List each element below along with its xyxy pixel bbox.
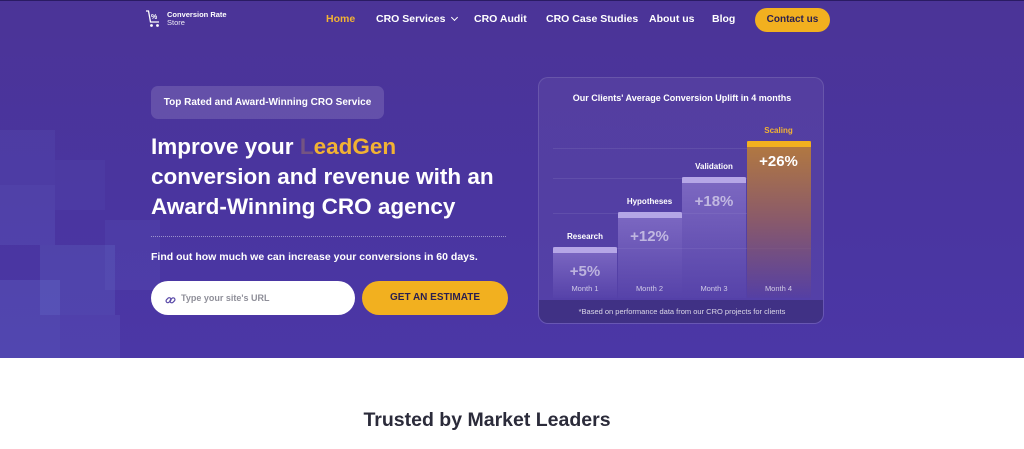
stage-label: Scaling	[764, 126, 793, 135]
dotted-divider	[151, 236, 506, 237]
link-icon	[165, 293, 176, 304]
svg-text:%: %	[151, 14, 158, 21]
brand-logo[interactable]: % Conversion Rate Store	[145, 9, 227, 29]
bar-value-label: +26%	[759, 153, 798, 170]
bar-value-label: +12%	[630, 228, 669, 245]
headline-prefix: Improve your	[151, 134, 294, 159]
nav-item-cro-case-studies[interactable]: CRO Case Studies	[546, 13, 638, 25]
nav-item-blog[interactable]: Blog	[712, 13, 735, 25]
stage-label: Hypotheses	[626, 197, 673, 206]
hero-subtext: Find out how much we can increase your c…	[151, 251, 478, 263]
chart-bar: +26%	[746, 141, 811, 298]
uplift-chart-card: Our Clients' Average Conversion Uplift i…	[538, 77, 824, 324]
top-navigation: % Conversion Rate Store Home CRO Service…	[0, 0, 1024, 40]
decorative-squares	[0, 130, 160, 358]
trusted-heading: Trusted by Market Leaders	[363, 409, 611, 431]
hero-headline: Improve your LeadGen conversion and reve…	[151, 132, 521, 222]
stage-label: Research	[566, 232, 604, 241]
chart-title: Our Clients' Average Conversion Uplift i…	[572, 93, 792, 103]
nav-item-home[interactable]: Home	[326, 13, 355, 25]
contact-us-button[interactable]: Contact us	[755, 8, 830, 32]
month-label: Month 2	[635, 284, 664, 293]
bar-cap	[682, 177, 746, 183]
headline-line-3: Award-Winning CRO agency	[151, 194, 456, 219]
nav-item-cro-audit[interactable]: CRO Audit	[474, 13, 527, 25]
get-estimate-button[interactable]: GET AN ESTIMATE	[362, 281, 508, 315]
url-input[interactable]	[181, 293, 341, 303]
month-label: Month 3	[700, 284, 728, 293]
headline-fade-letter: L	[299, 134, 314, 159]
month-label: Month 1	[571, 284, 599, 293]
bar-cap	[617, 212, 682, 218]
headline-accent-word: eadGen	[313, 134, 397, 159]
month-label: Month 4	[764, 284, 793, 293]
nav-item-cro-services[interactable]: CRO Services	[376, 13, 459, 25]
chevron-down-icon	[451, 13, 459, 22]
bar-value-label: +5%	[569, 263, 601, 280]
nav-item-label: CRO Services	[376, 13, 446, 25]
bar-cap	[746, 141, 811, 147]
chart-bar: +18%	[682, 177, 746, 298]
chart-footnote: *Based on performance data from our CRO …	[539, 300, 823, 323]
headline-line-2: conversion and revenue with an	[151, 164, 494, 189]
hero-section: % Conversion Rate Store Home CRO Service…	[0, 0, 1024, 358]
award-badge: Top Rated and Award-Winning CRO Service	[151, 86, 384, 119]
nav-item-about-us[interactable]: About us	[649, 13, 695, 25]
bar-cap	[553, 247, 617, 253]
cart-percent-icon: %	[145, 9, 162, 29]
bar-value-label: +18%	[694, 193, 734, 210]
logo-line-2: Store	[167, 18, 185, 27]
url-field[interactable]	[151, 281, 355, 315]
stage-label: Validation	[695, 162, 733, 171]
